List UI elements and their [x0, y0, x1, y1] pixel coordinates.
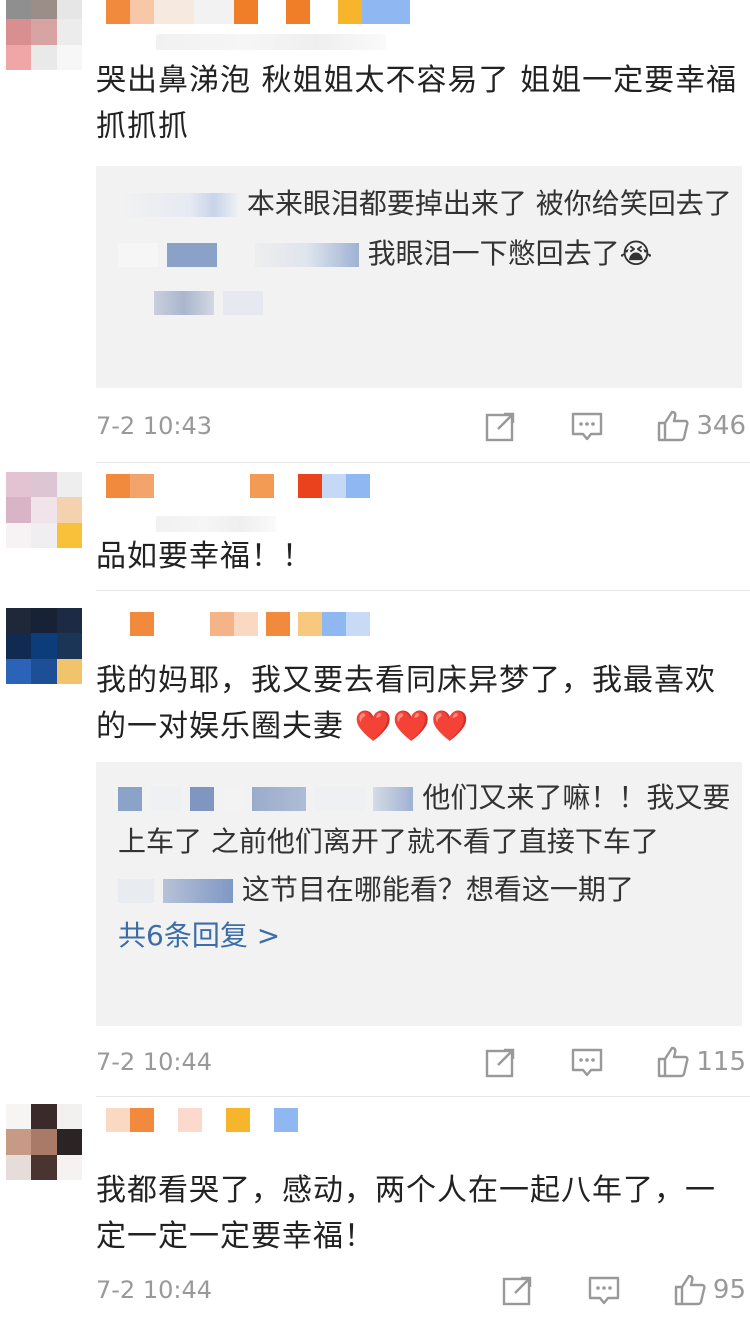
- username[interactable]: [106, 474, 370, 498]
- share-icon[interactable]: [484, 409, 518, 443]
- more-replies-link[interactable]: 共6条回复 >: [118, 914, 742, 958]
- comment-text: 我都看哭了，感动，两个人在一起八年了，一定一定一定要幸福！: [96, 1173, 716, 1254]
- comment-text: 品如要幸福！！: [96, 539, 313, 574]
- user-subtitle: [156, 516, 276, 532]
- timestamp: 7-2 10:44: [96, 1048, 212, 1076]
- reply-text: 本来眼泪都要掉出来了 被你给笑回去了: [246, 187, 732, 220]
- avatar[interactable]: [6, 472, 82, 548]
- avatar[interactable]: [6, 1104, 82, 1180]
- thumbs-up-icon[interactable]: [656, 409, 690, 443]
- comment-meta: 7-2 10:43 346: [96, 406, 746, 446]
- reply-box[interactable]: 本来眼泪都要掉出来了 被你给笑回去了 我眼泪一下憋回去了😭: [96, 166, 742, 388]
- username[interactable]: [106, 612, 370, 636]
- user-subtitle: [156, 34, 386, 50]
- share-icon[interactable]: [484, 1045, 518, 1079]
- reply-blurred-name: [118, 280, 742, 324]
- reply-box[interactable]: 他们又来了嘛！！我又要上车了 之前他们离开了就不看了直接下车了 这节目在哪能看？…: [96, 762, 742, 1026]
- username[interactable]: [106, 0, 410, 24]
- comment-meta: 7-2 10:44 95: [96, 1270, 746, 1310]
- like-count: 346: [696, 411, 746, 441]
- timestamp: 7-2 10:43: [96, 412, 212, 440]
- reply-text: 这节目在哪能看？想看这一期了: [241, 873, 634, 906]
- comment-icon[interactable]: [570, 409, 604, 443]
- share-icon[interactable]: [501, 1273, 535, 1307]
- username[interactable]: [106, 1108, 298, 1132]
- reply-item[interactable]: 我眼泪一下憋回去了😭: [118, 232, 742, 276]
- reply-item[interactable]: 他们又来了嘛！！我又要上车了 之前他们离开了就不看了直接下车了: [118, 776, 742, 864]
- heart-emoji: ❤️❤️❤️: [354, 709, 470, 744]
- like-count: 115: [696, 1047, 746, 1077]
- comment-text: 哭出鼻涕泡 秋姐姐太不容易了 姐姐一定要幸福 抓抓抓: [96, 63, 738, 144]
- avatar[interactable]: [6, 0, 82, 70]
- reply-item[interactable]: 这节目在哪能看？想看这一期了: [118, 868, 742, 912]
- comment-icon[interactable]: [587, 1273, 621, 1307]
- like-count: 95: [712, 1275, 746, 1305]
- comment-meta: 7-2 10:44 115: [96, 1042, 746, 1082]
- thumbs-up-icon[interactable]: [673, 1273, 707, 1307]
- reply-item[interactable]: 本来眼泪都要掉出来了 被你给笑回去了: [118, 182, 742, 226]
- avatar[interactable]: [6, 608, 82, 684]
- thumbs-up-icon[interactable]: [656, 1045, 690, 1079]
- comment-text: 我的妈耶，我又要去看同床异梦了，我最喜欢的一对娱乐圈夫妻 ❤️❤️❤️: [96, 658, 746, 750]
- timestamp: 7-2 10:44: [96, 1276, 212, 1304]
- comment-icon[interactable]: [570, 1045, 604, 1079]
- reply-text: 我眼泪一下憋回去了😭: [367, 237, 653, 270]
